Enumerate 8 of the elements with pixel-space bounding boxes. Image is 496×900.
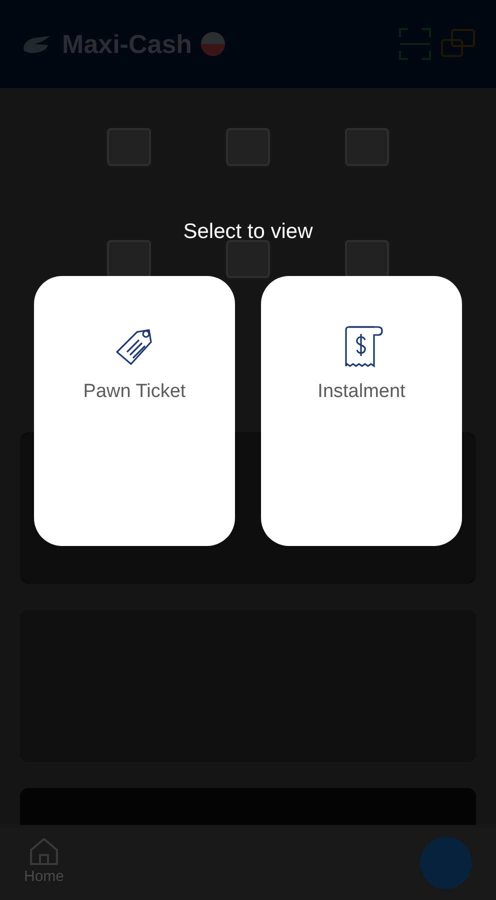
scan-icon[interactable]	[398, 27, 432, 61]
home-icon	[28, 836, 60, 866]
option-dialog[interactable]: Pawn Ticket	[34, 276, 235, 546]
logo-icon[interactable]	[420, 836, 472, 888]
option-dialog[interactable]: Instalment	[261, 276, 462, 546]
flag-icon	[200, 31, 226, 57]
dialog-title: Select to view	[183, 219, 313, 245]
chat-icon[interactable]	[440, 28, 476, 60]
